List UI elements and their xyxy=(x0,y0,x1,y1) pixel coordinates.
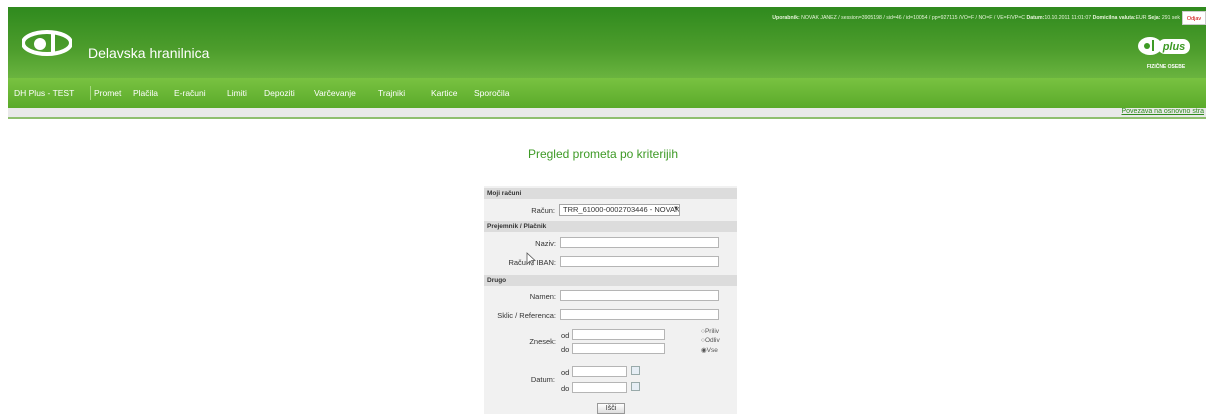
znesek-od-input[interactable] xyxy=(572,329,665,340)
nav-divider xyxy=(90,86,91,100)
racun-label: Račun: xyxy=(531,206,555,215)
naziv-input[interactable] xyxy=(560,237,719,248)
search-button[interactable]: Išči xyxy=(597,403,625,414)
dh-logo-icon xyxy=(22,30,72,56)
datum-od-input[interactable] xyxy=(572,366,627,377)
sklic-input[interactable] xyxy=(560,309,719,320)
racun-select[interactable]: TRR_61000-0002703446 - NOVAK JAN xyxy=(559,204,680,216)
section-drugo: Drugo xyxy=(484,275,737,286)
znesek-do-input[interactable] xyxy=(572,343,665,354)
namen-input[interactable] xyxy=(560,290,719,301)
datum-od-label: od xyxy=(561,368,570,377)
basic-page-link[interactable]: Povezava na osnovno stra xyxy=(1122,108,1205,115)
datum-label: Datum: xyxy=(530,375,555,384)
section-moji-racuni: Moji računi xyxy=(484,188,737,199)
nav-kartice[interactable]: Kartice xyxy=(431,88,457,98)
session-info: Uporabnik: NOVAK JANEZ / session=3905198… xyxy=(772,15,1180,21)
dh-plus-logo: plus FIZIČNE OSEBE xyxy=(1138,37,1190,70)
page-title: Pregled prometa po kriterijih xyxy=(527,147,679,161)
znesek-od-label: od xyxy=(561,331,570,340)
calendar-icon[interactable] xyxy=(631,366,640,375)
znesek-label: Znesek: xyxy=(529,337,556,346)
datum-do-input[interactable] xyxy=(572,382,627,393)
chevron-down-icon: ▼ xyxy=(673,206,679,212)
nav-promet[interactable]: Promet xyxy=(94,88,121,98)
header-bar: Delavska hranilnica Uporabnik: NOVAK JAN… xyxy=(8,7,1206,78)
nav-placila[interactable]: Plačila xyxy=(133,88,158,98)
logout-button[interactable]: Odjav xyxy=(1182,11,1206,25)
search-form: Moji računi Račun: TRR_61000-0002703446 … xyxy=(484,186,737,414)
nav-varcevanje[interactable]: Varčevanje xyxy=(314,88,356,98)
znesek-do-label: do xyxy=(561,345,570,354)
main-nav: DH Plus - TEST Promet Plačila E-računi L… xyxy=(8,78,1206,108)
nav-e-racuni[interactable]: E-računi xyxy=(174,88,206,98)
sub-bar xyxy=(8,108,1206,119)
sklic-label: Sklic / Referenca: xyxy=(497,311,556,320)
section-prejemnik: Prejemnik / Plačnik xyxy=(484,221,737,232)
naziv-label: Naziv: xyxy=(535,239,556,248)
brand-name: Delavska hranilnica xyxy=(88,45,210,61)
radio-priliv[interactable]: ○Priliv xyxy=(701,328,719,335)
namen-label: Namen: xyxy=(529,292,556,301)
cursor-icon xyxy=(526,252,536,266)
iban-input[interactable] xyxy=(560,256,719,267)
radio-vse[interactable]: ◉Vse xyxy=(701,346,718,354)
nav-sporocila[interactable]: Sporočila xyxy=(474,88,509,98)
svg-text:FIZIČNE OSEBE: FIZIČNE OSEBE xyxy=(1147,63,1186,70)
radio-odliv[interactable]: ○Odliv xyxy=(701,337,720,344)
calendar-icon[interactable] xyxy=(631,382,640,391)
svg-text:plus: plus xyxy=(1162,41,1186,53)
nav-limiti[interactable]: Limiti xyxy=(227,88,247,98)
nav-depoziti[interactable]: Depoziti xyxy=(264,88,295,98)
datum-do-label: do xyxy=(561,384,570,393)
nav-home[interactable]: DH Plus - TEST xyxy=(14,88,74,98)
nav-trajniki[interactable]: Trajniki xyxy=(378,88,405,98)
